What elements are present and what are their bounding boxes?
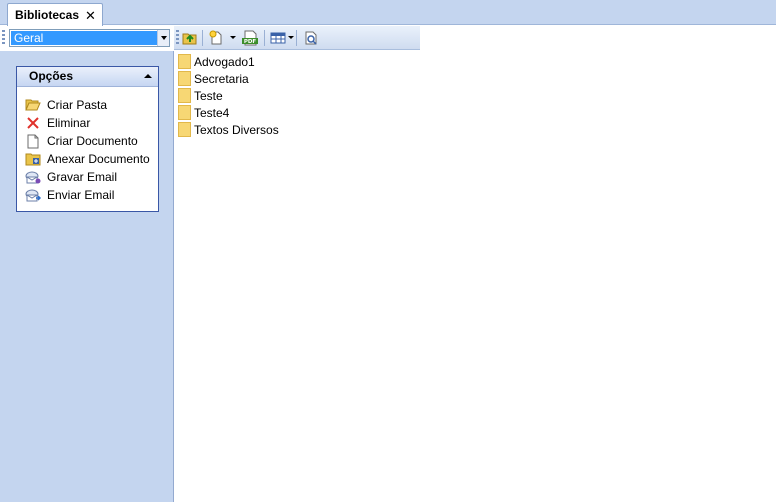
list-item[interactable]: Secretaria — [178, 70, 249, 87]
folder-icon — [178, 88, 191, 103]
list-item[interactable]: Teste4 — [178, 104, 229, 121]
folder-icon — [178, 122, 191, 137]
tab-close-icon[interactable]: ✕ — [85, 9, 96, 22]
svg-text:PDF: PDF — [244, 39, 257, 45]
view-grid-icon[interactable] — [269, 29, 287, 47]
collapse-icon[interactable] — [144, 74, 152, 78]
folder-up-icon[interactable] — [181, 29, 199, 47]
new-document-icon[interactable] — [207, 29, 225, 47]
list-item[interactable]: Textos Diversos — [178, 121, 279, 138]
tab-bibliotecas[interactable]: Bibliotecas ✕ — [7, 3, 103, 26]
folder-name: Secretaria — [194, 71, 249, 86]
toolbar: Geral PDF — [0, 26, 776, 50]
option-label: Criar Pasta — [47, 98, 108, 112]
chevron-down-icon[interactable] — [230, 36, 236, 39]
toolbar-separator — [296, 30, 297, 46]
tab-label: Bibliotecas — [15, 8, 80, 22]
toolbar-separator — [264, 30, 265, 46]
folder-icon — [178, 71, 191, 86]
folder-name: Teste — [194, 88, 223, 103]
attach-document-icon — [25, 151, 41, 167]
list-item[interactable]: Teste — [178, 87, 223, 104]
toolbar-grip-handle[interactable] — [2, 30, 5, 46]
option-label: Gravar Email — [47, 170, 118, 184]
option-label: Criar Documento — [47, 134, 138, 148]
chevron-down-icon[interactable] — [157, 30, 169, 46]
options-group: Opções Criar Pasta Eliminar Criar Docume… — [16, 66, 159, 212]
folder-name: Textos Diversos — [194, 122, 279, 137]
library-select-value: Geral — [11, 31, 157, 45]
folder-name: Advogado1 — [194, 54, 255, 69]
options-title: Opções — [29, 69, 74, 83]
folder-icon — [178, 105, 191, 120]
option-gravar-email[interactable]: Gravar Email — [25, 168, 158, 186]
options-header[interactable]: Opções — [17, 67, 158, 87]
list-item[interactable]: Advogado1 — [178, 53, 255, 70]
toolbar-separator — [202, 30, 203, 46]
option-label: Eliminar — [47, 116, 91, 130]
save-email-icon — [25, 169, 41, 185]
delete-x-icon — [25, 115, 41, 131]
toolbar-grip-handle[interactable] — [176, 30, 179, 46]
option-anexar-documento[interactable]: Anexar Documento — [25, 150, 158, 168]
document-icon — [25, 133, 41, 149]
folder-icon — [178, 54, 191, 69]
option-enviar-email[interactable]: Enviar Email — [25, 186, 158, 204]
folder-list: Advogado1 Secretaria Teste Teste4 Textos… — [175, 51, 776, 502]
chevron-down-icon[interactable] — [288, 36, 294, 39]
send-email-icon — [25, 187, 41, 203]
action-toolbar: PDF — [174, 26, 420, 50]
option-label: Enviar Email — [47, 188, 115, 202]
option-eliminar[interactable]: Eliminar — [25, 114, 158, 132]
option-criar-documento[interactable]: Criar Documento — [25, 132, 158, 150]
search-icon[interactable] — [302, 29, 320, 47]
option-criar-pasta[interactable]: Criar Pasta — [25, 96, 158, 114]
library-select[interactable]: Geral — [9, 29, 170, 47]
option-label: Anexar Documento — [47, 152, 150, 166]
folder-name: Teste4 — [194, 105, 230, 120]
pdf-icon[interactable]: PDF — [241, 29, 259, 47]
tab-strip: Bibliotecas ✕ — [0, 0, 776, 26]
left-panel: Opções Criar Pasta Eliminar Criar Docume… — [0, 51, 174, 502]
folder-open-icon — [25, 97, 41, 113]
